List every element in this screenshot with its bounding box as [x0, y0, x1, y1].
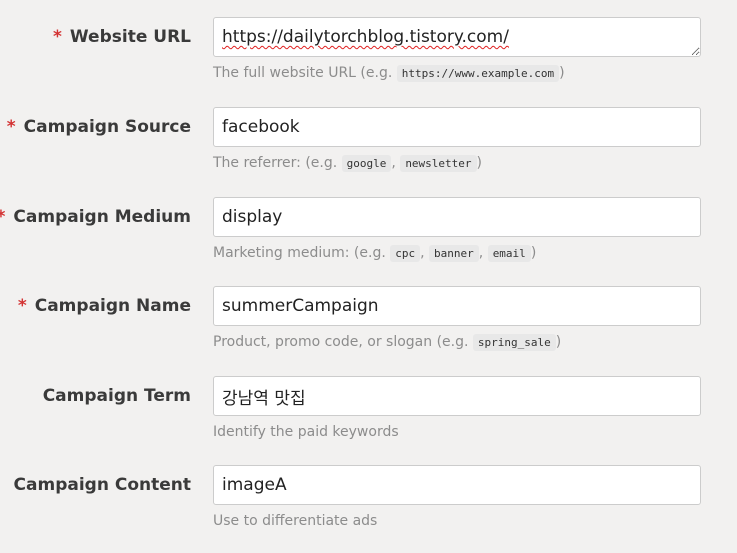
help-code-example: google	[341, 155, 392, 172]
help-code-example: spring_sale	[472, 334, 556, 351]
help-prefix: The referrer: (e.g.	[213, 155, 342, 171]
website-url-label: * Website URL	[53, 27, 191, 47]
help-suffix: )	[555, 334, 562, 350]
help-code-example: email	[487, 245, 531, 262]
label-text: Website URL	[69, 27, 191, 47]
help-suffix: )	[476, 155, 483, 171]
campaign-medium-help: Marketing medium: (e.g. cpc, banner, ema…	[213, 245, 537, 262]
help-separator: ,	[391, 155, 401, 171]
help-code-example: https://www.example.com	[396, 65, 560, 82]
campaign-name-label: * Campaign Name	[18, 296, 191, 316]
campaign-name-help: Product, promo code, or slogan (e.g. spr…	[213, 334, 562, 351]
help-suffix: )	[530, 245, 537, 261]
required-marker: *	[6, 117, 16, 137]
label-text: Campaign Content	[13, 475, 191, 495]
campaign-medium-label: * Campaign Medium	[0, 207, 191, 227]
campaign-content-help: Use to differentiate ads	[213, 513, 378, 529]
required-marker: *	[53, 27, 62, 47]
help-separator: ,	[478, 245, 488, 261]
campaign-content-label: Campaign Content	[14, 475, 191, 495]
help-code-example: cpc	[390, 245, 421, 262]
campaign-content-input[interactable]	[213, 465, 701, 505]
help-prefix: The full website URL (e.g.	[213, 65, 397, 81]
help-code-example: newsletter	[400, 155, 477, 172]
campaign-term-input[interactable]	[213, 376, 701, 416]
label-text: Campaign Name	[34, 296, 191, 316]
help-code-example: banner	[429, 245, 479, 262]
label-text: Campaign Medium	[13, 207, 191, 227]
campaign-source-input[interactable]	[213, 107, 701, 147]
help-separator: ,	[420, 245, 430, 261]
campaign-name-input[interactable]	[213, 286, 701, 326]
required-marker: *	[0, 207, 5, 227]
label-text: Campaign Source	[23, 117, 191, 137]
campaign-source-label: * Campaign Source	[7, 117, 191, 137]
website-url-help: The full website URL (e.g. https://www.e…	[213, 65, 565, 82]
campaign-medium-input[interactable]	[213, 197, 701, 237]
help-suffix: )	[559, 65, 565, 81]
website-url-input[interactable]: https://dailytorchblog.tistory.com/	[213, 17, 701, 57]
label-text: Campaign Term	[42, 386, 191, 406]
required-marker: *	[17, 296, 27, 316]
campaign-term-label: Campaign Term	[43, 386, 191, 406]
help-prefix: Product, promo code, or slogan (e.g.	[213, 334, 473, 350]
campaign-term-help: Identify the paid keywords	[213, 424, 399, 440]
campaign-source-help: The referrer: (e.g. google, newsletter)	[213, 155, 483, 172]
help-prefix: Marketing medium: (e.g.	[213, 245, 391, 261]
